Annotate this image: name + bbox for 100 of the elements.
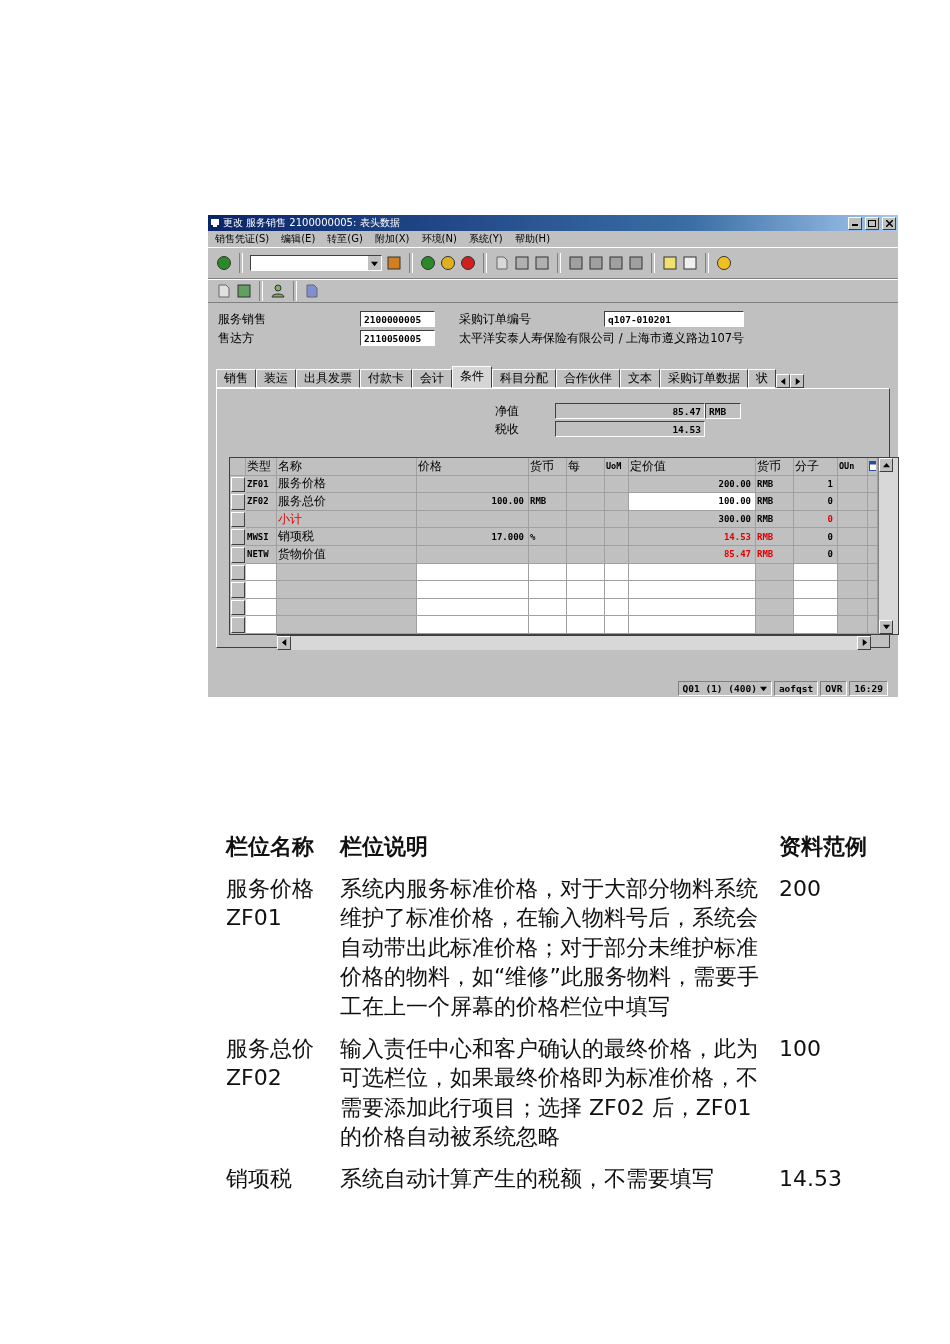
table-cell[interactable] [567,581,605,599]
tab[interactable]: 会计 [412,369,452,388]
column-header[interactable]: 定价值 [629,458,756,476]
column-header[interactable]: 每 [567,458,605,476]
table-cell[interactable] [417,616,529,634]
tab[interactable]: 文本 [620,369,660,388]
tab[interactable]: 状 [748,369,776,388]
row-selector[interactable] [231,546,245,563]
scroll-down-button[interactable] [879,619,893,634]
table-cell: MWSI [246,528,277,546]
menu-item[interactable]: 附加(X) [374,232,410,246]
minimize-button[interactable] [848,216,862,230]
field-name: 服务价格 ZF01 [226,874,315,933]
scroll-left-button[interactable] [776,374,790,388]
document-number-field[interactable]: 2100000005 [360,311,435,327]
back-icon[interactable] [420,255,436,271]
row-selector[interactable] [231,617,245,633]
column-header[interactable]: 类型 [246,458,277,476]
tab[interactable]: 装运 [256,369,296,388]
column-header[interactable]: 价格 [417,458,529,476]
menu-item[interactable]: 帮助(H) [514,232,551,246]
table-cell: 0 [794,493,838,511]
field-label: 采购订单编号 [459,311,532,327]
menu-item[interactable]: 编辑(E) [281,232,316,246]
help-icon[interactable] [716,255,732,271]
cancel-icon[interactable] [460,255,476,271]
table-cell[interactable] [417,581,529,599]
tab[interactable]: 出具发票 [296,369,360,388]
column-header: 栏位名称 [226,833,315,861]
table-cell[interactable] [605,581,629,599]
table-cell[interactable] [277,581,417,599]
arrow-icon [759,684,767,692]
row-selector[interactable] [231,529,245,545]
close-button[interactable] [882,216,896,230]
table-cell[interactable] [838,581,868,599]
table-cell[interactable] [277,616,417,634]
table-cell[interactable] [629,616,756,634]
table-cell: 0 [794,528,838,546]
column-header[interactable]: 货币 [529,458,567,476]
column-header[interactable]: 货币 [756,458,794,476]
menu-item[interactable]: 销售凭证(S) [215,232,270,246]
table-cell[interactable]: 100.00 [629,493,756,511]
arrow-icon [882,623,890,631]
row-selector[interactable] [231,494,245,510]
scroll-right-button[interactable] [790,374,804,388]
tab[interactable]: 科目分配 [492,369,556,388]
column-header[interactable]: OUn [838,458,868,476]
menu-item[interactable]: 环境(N) [421,232,457,246]
tab[interactable]: 付款卡 [360,369,412,388]
person-icon[interactable] [270,283,286,299]
system-field[interactable]: Q01 (1) (400) [677,680,772,696]
scroll-right-button[interactable] [857,635,871,650]
mode-field: OVR [820,680,848,696]
table-cell[interactable] [838,616,868,634]
column-header[interactable]: UoM [605,458,629,476]
document-icon[interactable] [216,283,232,299]
table-cell: 服务总价 [277,493,417,511]
po-number-field[interactable]: q107-010201 [604,311,744,327]
window-title: 更改 服务销售 2100000005: 表头数据 [223,216,401,230]
table-cell[interactable] [246,616,277,634]
command-field[interactable] [250,255,382,271]
column-header: 栏位说明 [340,833,429,861]
table-cell[interactable] [756,616,794,634]
exit-icon[interactable] [440,255,456,271]
column-header[interactable]: 分子 [794,458,838,476]
table-cell[interactable] [246,581,277,599]
sold-to-field[interactable]: 2110050005 [360,330,435,346]
row-selector[interactable] [231,564,245,581]
table-cell[interactable] [794,581,838,599]
table-cell[interactable] [794,616,838,634]
net-value-field: 85.47 [555,403,705,419]
menu-item[interactable]: 转至(G) [327,232,363,246]
row-selector[interactable] [231,582,245,598]
tab[interactable]: 合作伙伴 [556,369,620,388]
menu-item[interactable]: 系统(Y) [468,232,503,246]
tab[interactable]: 销售 [216,369,256,388]
currency-field: RMB [705,403,741,419]
table-cell [605,528,629,546]
table-cell[interactable] [605,616,629,634]
scrollbar[interactable] [878,458,898,634]
scroll-left-button[interactable] [277,635,291,650]
scroll-up-button[interactable] [879,458,893,472]
table-cell[interactable] [529,616,567,634]
sample-value: 100 [779,1034,822,1063]
table-cell[interactable] [756,581,794,599]
tab[interactable]: 采购订单数据 [660,369,748,388]
row-selector[interactable] [231,599,245,616]
customer-description: 太平洋安泰人寿保险有限公司 / 上海市遵义路边107号 [459,330,744,346]
check-icon[interactable] [216,255,232,271]
table-cell: ZF02 [246,493,277,511]
row-selector[interactable] [231,476,245,493]
maximize-button[interactable] [865,216,879,230]
table-cell[interactable] [567,616,605,634]
table-cell[interactable] [529,581,567,599]
tab[interactable]: 条件 [452,366,492,388]
table-cell[interactable] [629,581,756,599]
save-icon[interactable] [386,255,402,271]
table-cell: % [529,528,567,546]
column-header[interactable]: 名称 [277,458,417,476]
row-selector[interactable] [231,511,245,528]
